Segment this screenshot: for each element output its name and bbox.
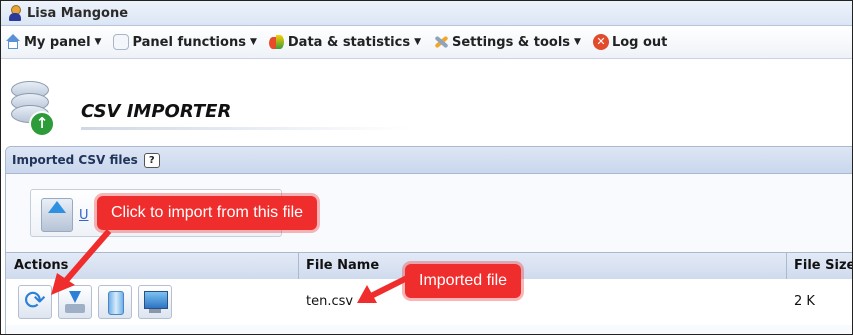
tools-icon: [433, 34, 449, 50]
view-button[interactable]: [138, 285, 172, 319]
imported-csv-panel: Imported CSV files ? U Actions File Name…: [5, 146, 852, 334]
title-underline: [81, 127, 411, 130]
chart-icon: [268, 34, 285, 50]
username: Lisa Mangone: [27, 5, 129, 21]
callout-import: Click to import from this file: [97, 196, 318, 230]
file-size-cell: 2 K: [794, 294, 815, 309]
app-window: Lisa Mangone My panel ▼ Panel functions …: [0, 0, 853, 335]
main-menu: My panel ▼ Panel functions ▼ Data & stat…: [1, 26, 852, 59]
menu-label: Log out: [611, 34, 668, 50]
help-icon[interactable]: ?: [143, 152, 160, 168]
caret-down-icon: ▼: [249, 37, 257, 47]
upload-link[interactable]: U: [79, 208, 89, 223]
callout-imported-arrow: [357, 274, 411, 303]
column-header-file-size[interactable]: File Size: [794, 258, 852, 273]
caret-down-icon: ▼: [94, 37, 102, 47]
panel-header: Imported CSV files ?: [6, 147, 852, 174]
menu-data-statistics[interactable]: Data & statistics ▼: [265, 34, 421, 50]
menu-log-out[interactable]: ✕ Log out: [589, 34, 667, 50]
database-upload-icon: ↑: [11, 81, 55, 137]
menu-label: My panel: [24, 34, 91, 50]
menu-label: Panel functions: [132, 34, 246, 50]
menu-label: Settings & tools: [451, 34, 571, 50]
caret-down-icon: ▼: [414, 37, 421, 47]
menu-label: Data & statistics: [287, 34, 411, 50]
callout-import-arrow: [51, 229, 112, 295]
page-header: ↑ CSV IMPORTER: [1, 59, 852, 145]
home-icon: [5, 34, 21, 50]
page-title: CSV IMPORTER: [81, 101, 232, 122]
hexagon-icon: [113, 34, 130, 50]
menu-panel-functions[interactable]: Panel functions ▼: [109, 34, 257, 50]
user-bar: Lisa Mangone: [1, 1, 852, 26]
upload-icon: [41, 198, 73, 232]
panel-title: Imported CSV files: [12, 153, 138, 167]
menu-settings-tools[interactable]: Settings & tools ▼: [429, 34, 581, 50]
callout-imported-file: Imported file: [405, 264, 522, 298]
caret-down-icon: ▼: [574, 37, 581, 47]
user-icon: [9, 5, 21, 21]
file-name-cell[interactable]: ten.csv: [306, 294, 353, 309]
menu-my-panel[interactable]: My panel ▼: [1, 34, 101, 50]
logout-icon: ✕: [592, 34, 609, 50]
